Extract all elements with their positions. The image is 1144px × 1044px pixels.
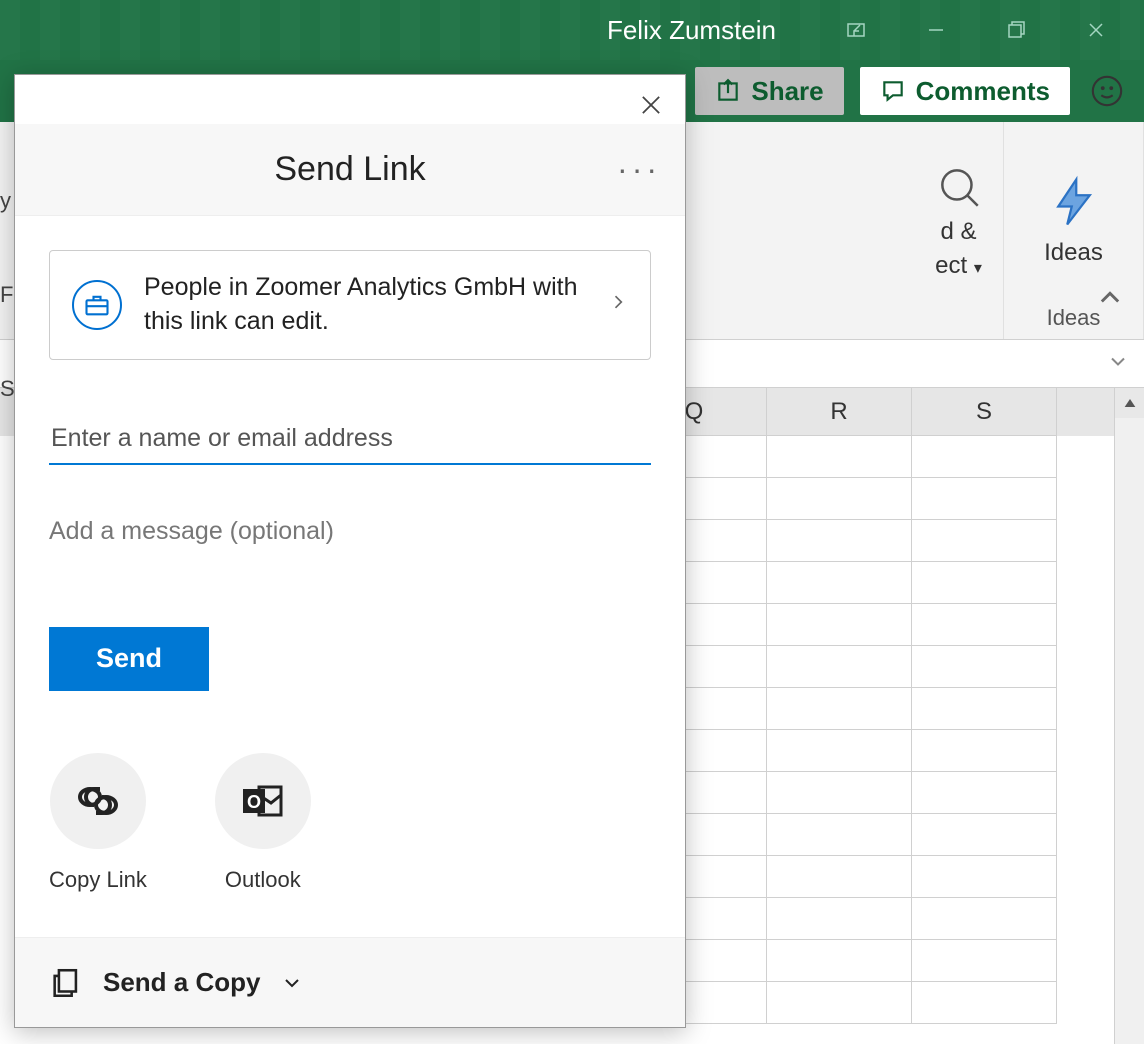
- dialog-title: Send Link: [274, 150, 425, 189]
- window-controls: [816, 0, 1136, 60]
- titlebar: Felix Zumstein: [0, 0, 1144, 60]
- link-icon: [74, 777, 122, 825]
- grid-cell[interactable]: [912, 982, 1057, 1024]
- send-copy-footer[interactable]: Send a Copy: [15, 937, 685, 1027]
- grid-cell[interactable]: [912, 772, 1057, 814]
- comments-label: Comments: [916, 76, 1050, 107]
- grid-cell[interactable]: [767, 688, 912, 730]
- grid-cell[interactable]: [912, 604, 1057, 646]
- copy-link-label: Copy Link: [49, 867, 147, 893]
- grid-cell[interactable]: [912, 898, 1057, 940]
- left-edge-clipped: y Fo St: [0, 188, 14, 402]
- svg-text:O: O: [247, 792, 261, 812]
- dialog-close-icon[interactable]: [637, 91, 665, 124]
- grid-cell[interactable]: [912, 814, 1057, 856]
- column-header[interactable]: S: [912, 388, 1057, 436]
- grid-cell[interactable]: [767, 772, 912, 814]
- maximize-icon[interactable]: [976, 0, 1056, 60]
- close-icon[interactable]: [1056, 0, 1136, 60]
- grid-cell[interactable]: [912, 688, 1057, 730]
- share-button[interactable]: Share: [695, 67, 843, 115]
- ribbon-group-label-ideas: Ideas: [1047, 305, 1101, 331]
- ideas-item-label: Ideas: [1044, 239, 1103, 267]
- grid-cell[interactable]: [912, 478, 1057, 520]
- share-label: Share: [751, 76, 823, 107]
- grid-cell[interactable]: [767, 814, 912, 856]
- column-header[interactable]: R: [767, 388, 912, 436]
- grid-cell[interactable]: [912, 436, 1057, 478]
- comments-button[interactable]: Comments: [860, 67, 1070, 115]
- scroll-up-icon[interactable]: [1115, 388, 1144, 418]
- grid-cell[interactable]: [767, 436, 912, 478]
- grid-cell[interactable]: [767, 982, 912, 1024]
- feedback-smiley-icon[interactable]: [1086, 70, 1128, 112]
- edge-label: y: [0, 188, 14, 214]
- share-icon: [715, 78, 741, 104]
- ribbon-display-icon[interactable]: [816, 0, 896, 60]
- copy-link-option[interactable]: Copy Link: [49, 753, 147, 893]
- magnifier-icon[interactable]: [934, 162, 984, 212]
- grid-cell[interactable]: [912, 940, 1057, 982]
- briefcase-icon: [72, 280, 122, 330]
- ideas-button[interactable]: Ideas: [1044, 175, 1103, 267]
- send-button[interactable]: Send: [49, 627, 209, 691]
- comment-icon: [880, 78, 906, 104]
- grid-cell[interactable]: [767, 478, 912, 520]
- ribbon-group-find-select: d & ect ▾: [914, 122, 1004, 339]
- chevron-down-icon: [280, 971, 304, 995]
- grid-cell[interactable]: [767, 940, 912, 982]
- outlook-label: Outlook: [225, 867, 301, 893]
- edge-label: St: [0, 376, 14, 402]
- grid-cell[interactable]: [912, 520, 1057, 562]
- edge-label: Fo: [0, 282, 14, 308]
- copy-icon: [49, 966, 83, 1000]
- grid-cell[interactable]: [767, 898, 912, 940]
- dialog-header: Send Link ···: [15, 124, 685, 216]
- grid-cell[interactable]: [767, 646, 912, 688]
- vertical-scrollbar[interactable]: [1114, 388, 1144, 1044]
- grid-cell[interactable]: [767, 730, 912, 772]
- grid-cell[interactable]: [912, 730, 1057, 772]
- permission-text: People in Zoomer Analytics GmbH with thi…: [144, 271, 586, 339]
- ribbon-group-label-empty: [955, 305, 961, 331]
- grid-cell[interactable]: [912, 562, 1057, 604]
- find-select-label-1: d &: [940, 218, 976, 246]
- lightning-icon: [1047, 175, 1101, 229]
- recipient-input[interactable]: [49, 414, 651, 465]
- grid-cell[interactable]: [767, 856, 912, 898]
- user-name[interactable]: Felix Zumstein: [607, 15, 776, 46]
- outlook-option[interactable]: O Outlook: [215, 753, 311, 893]
- formula-expand-icon[interactable]: [1106, 349, 1130, 378]
- ribbon-collapse-icon[interactable]: [1096, 284, 1124, 319]
- dialog-more-icon[interactable]: ···: [617, 151, 661, 188]
- find-select-label-2: ect ▾: [935, 252, 982, 280]
- send-copy-label: Send a Copy: [103, 967, 260, 998]
- minimize-icon[interactable]: [896, 0, 976, 60]
- grid-cell[interactable]: [767, 604, 912, 646]
- outlook-icon: O: [239, 777, 287, 825]
- grid-cell[interactable]: [912, 856, 1057, 898]
- send-link-dialog: Send Link ··· People in Zoomer Analytics…: [14, 74, 686, 1028]
- grid-cell[interactable]: [767, 520, 912, 562]
- link-permission-selector[interactable]: People in Zoomer Analytics GmbH with thi…: [49, 250, 651, 360]
- grid-cell[interactable]: [767, 562, 912, 604]
- chevron-right-icon: [608, 292, 628, 317]
- grid-cell[interactable]: [912, 646, 1057, 688]
- message-input[interactable]: [49, 517, 651, 555]
